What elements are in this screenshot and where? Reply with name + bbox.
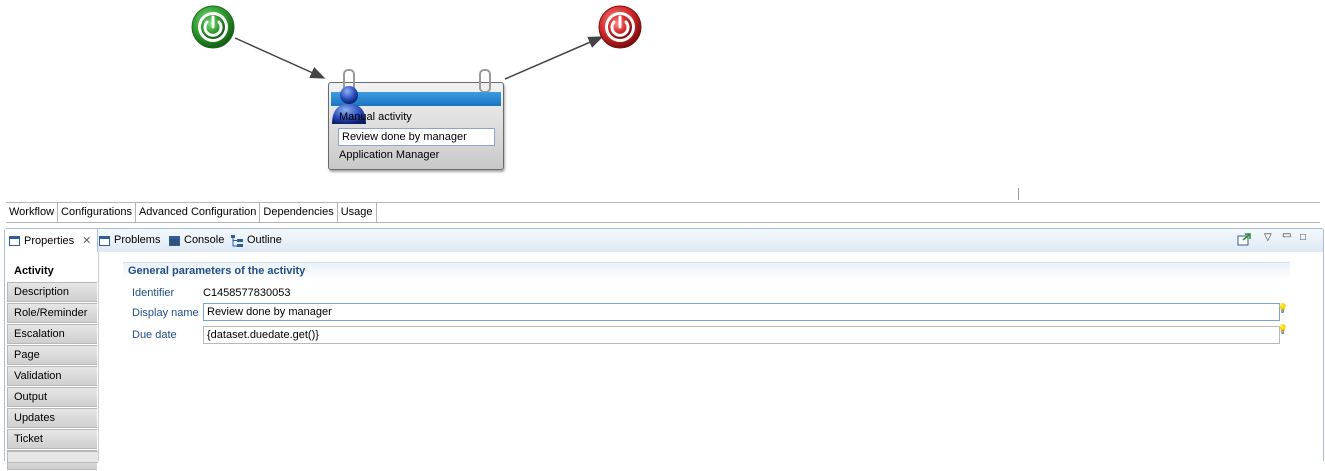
tab-configurations[interactable]: Configurations bbox=[58, 203, 136, 222]
side-tab-validation[interactable]: Validation bbox=[7, 366, 97, 386]
tab-usage[interactable]: Usage bbox=[337, 203, 377, 222]
due-date-label: Due date bbox=[132, 329, 177, 341]
minimize-icon[interactable]: ▭ bbox=[1282, 230, 1291, 241]
side-tab-activity[interactable]: Activity bbox=[7, 261, 97, 281]
activity-title-field[interactable]: Review done by manager bbox=[338, 128, 495, 146]
tab-problems[interactable]: Problems bbox=[99, 229, 160, 252]
tab-properties-label: Properties bbox=[24, 234, 75, 247]
side-tab-role-reminder[interactable]: Role/Reminder bbox=[7, 303, 97, 323]
view-tab-bar: Properties ✕ Problems Console Outline ▽ … bbox=[4, 228, 1324, 253]
section-title[interactable]: General parameters of the activity bbox=[123, 262, 1290, 279]
workflow-diagram: Manual activity Review done by manager A… bbox=[0, 0, 1325, 200]
manual-activity-node[interactable]: Manual activity Review done by manager A… bbox=[328, 69, 504, 170]
display-name-label: Display name bbox=[132, 307, 199, 319]
tab-console-label: Console bbox=[184, 234, 225, 246]
side-tab-output[interactable]: Output bbox=[7, 387, 97, 407]
power-end-icon[interactable] bbox=[598, 5, 642, 49]
tab-outline-label: Outline bbox=[247, 234, 282, 246]
tab-outline[interactable]: Outline bbox=[231, 229, 282, 252]
console-icon bbox=[169, 235, 180, 246]
view-menu-icon[interactable]: ▽ bbox=[1264, 232, 1272, 243]
pin-icon[interactable] bbox=[1237, 233, 1251, 249]
activity-type-label: Manual activity bbox=[339, 111, 412, 123]
close-icon[interactable]: ✕ bbox=[82, 230, 91, 253]
tab-dependencies[interactable]: Dependencies bbox=[260, 203, 338, 222]
side-tab-ticket[interactable]: Ticket bbox=[7, 429, 97, 449]
due-date-field[interactable]: {dataset.duedate.get()} bbox=[203, 326, 1280, 344]
side-tab-escalation[interactable]: Escalation bbox=[7, 324, 97, 344]
side-tab-description[interactable]: Description bbox=[7, 282, 97, 302]
identifier-label: Identifier bbox=[132, 287, 175, 299]
activity-role-label: Application Manager bbox=[339, 149, 440, 161]
property-side-tabs: Activity Description Role/Reminder Escal… bbox=[7, 261, 97, 471]
properties-panel: Activity Description Role/Reminder Escal… bbox=[4, 252, 1324, 470]
binder-ring-right bbox=[479, 69, 491, 93]
content-assist-icon[interactable]: 💡 bbox=[1277, 303, 1288, 313]
content-assist-icon[interactable]: 💡 bbox=[1277, 324, 1288, 334]
side-tab-updates[interactable]: Updates bbox=[7, 408, 97, 428]
tab-workflow[interactable]: Workflow bbox=[6, 203, 59, 222]
display-name-field[interactable]: Review done by manager bbox=[203, 303, 1280, 321]
diagram-canvas bbox=[191, 5, 642, 80]
tab-problems-label: Problems bbox=[114, 234, 161, 246]
side-tab-page[interactable]: Page bbox=[7, 345, 97, 365]
editor-tab-bar: Workflow Configurations Advanced Configu… bbox=[6, 202, 1320, 223]
connector-start-to-activity[interactable] bbox=[234, 37, 326, 79]
properties-icon bbox=[9, 236, 20, 246]
tab-properties[interactable]: Properties ✕ bbox=[5, 229, 99, 253]
tab-advanced-configuration[interactable]: Advanced Configuration bbox=[135, 203, 261, 222]
outline-icon bbox=[231, 234, 243, 247]
editor-splitter[interactable] bbox=[1018, 188, 1019, 200]
maximize-icon[interactable]: □ bbox=[1300, 232, 1306, 243]
power-start-icon[interactable] bbox=[191, 5, 235, 49]
connector-activity-to-end[interactable] bbox=[504, 36, 604, 80]
tab-console[interactable]: Console bbox=[169, 229, 224, 252]
problems-icon bbox=[99, 235, 110, 246]
identifier-value: C1458577830053 bbox=[203, 287, 291, 299]
side-tabs-filler bbox=[7, 451, 98, 463]
side-tabs-divider bbox=[98, 252, 99, 461]
